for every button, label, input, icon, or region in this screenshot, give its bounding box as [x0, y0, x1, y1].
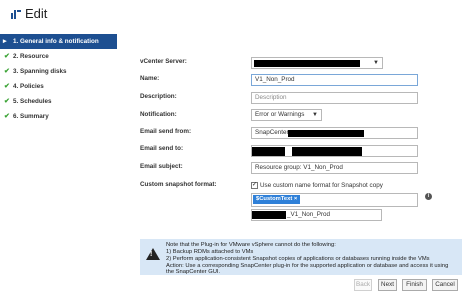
email-from-input[interactable]: SnapCenter: [251, 127, 418, 139]
step-policies[interactable]: ✔ 4. Policies: [0, 79, 117, 94]
note-panel: ! Note that the Plug-in for VMware vSphe…: [140, 239, 462, 275]
dialog-title: Edit: [25, 6, 48, 21]
email-to-label: Email send to:: [140, 145, 184, 152]
token-remove-icon[interactable]: ×: [294, 196, 297, 202]
next-button[interactable]: Next: [378, 279, 397, 291]
note-line: 1) Backup RDMs attached to VMs: [166, 249, 254, 255]
chevron-down-icon: ▼: [373, 60, 379, 66]
step-label: 6. Summary: [13, 113, 49, 120]
note-line: the SnapCenter GUI.: [166, 269, 221, 275]
email-subject-label: Email subject:: [140, 163, 183, 170]
step-label: 2. Resource: [13, 53, 49, 60]
edit-icon: [11, 10, 21, 19]
description-label: Description:: [140, 93, 177, 100]
notification-label: Notification:: [140, 111, 177, 118]
triangle-right-icon: ▸: [3, 38, 7, 45]
back-button[interactable]: Back: [354, 279, 372, 291]
note-line: Note that the Plug-in for VMware vSphere…: [166, 242, 336, 248]
email-subject-input[interactable]: Resource group: V1_Non_Prod: [251, 162, 418, 174]
redacted-value: [288, 130, 364, 137]
snapshot-suffix: _V1_Non_Prod: [287, 211, 331, 218]
step-schedules[interactable]: ✔ 5. Schedules: [0, 94, 117, 109]
warning-triangle-icon: [146, 248, 160, 260]
custom-text-token: $CustomText ×: [253, 195, 301, 204]
token-label: $CustomText: [256, 196, 293, 202]
checkmark-icon: ✔: [4, 83, 10, 90]
step-summary[interactable]: ✔ 6. Summary: [0, 109, 117, 124]
step-label: 1. General info & notification: [13, 38, 99, 45]
step-general-info[interactable]: ▸ 1. General info & notification: [0, 34, 117, 49]
wizard-steps: ▸ 1. General info & notification ✔ 2. Re…: [0, 34, 117, 124]
finish-button[interactable]: Finish: [402, 279, 427, 291]
step-label: 3. Spanning disks: [13, 68, 67, 75]
email-from-label: Email send from:: [140, 128, 192, 135]
redacted-value: [252, 147, 285, 156]
email-from-prefix: SnapCenter: [255, 129, 289, 136]
vcenter-label: vCenter Server:: [140, 58, 187, 65]
dialog-titlebar: Edit: [0, 0, 474, 28]
cancel-button[interactable]: Cancel: [432, 279, 458, 291]
notification-value: Error or Warnings: [255, 111, 305, 118]
snapshot-name-preview: _V1_Non_Prod: [251, 209, 382, 221]
chevron-down-icon: ▼: [312, 112, 318, 118]
snapshot-format-label: Custom snapshot format:: [140, 181, 217, 188]
checkmark-icon: ✔: [4, 98, 10, 105]
use-custom-name-checkbox[interactable]: ✓: [251, 182, 258, 189]
step-label: 4. Policies: [13, 83, 44, 90]
email-to-input[interactable]: [251, 145, 418, 157]
checkmark-icon: ✔: [4, 68, 10, 75]
vcenter-select[interactable]: ▼: [251, 57, 383, 69]
notification-select[interactable]: Error or Warnings ▼: [251, 109, 322, 121]
description-input[interactable]: Description: [251, 92, 418, 104]
custom-format-input[interactable]: $CustomText ×: [251, 193, 418, 207]
name-input[interactable]: V1_Non_Prod: [251, 74, 418, 86]
step-spanning-disks[interactable]: ✔ 3. Spanning disks: [0, 64, 117, 79]
info-icon[interactable]: i: [425, 193, 432, 200]
note-line: 2) Perform application-consistent Snapsh…: [166, 256, 430, 262]
redacted-value: [254, 60, 360, 67]
checkmark-icon: ✔: [4, 53, 10, 60]
checkmark-icon: ✔: [4, 113, 10, 120]
redacted-value: [252, 211, 286, 219]
name-label: Name:: [140, 75, 160, 82]
redacted-value: [292, 147, 362, 156]
step-label: 5. Schedules: [13, 98, 52, 105]
use-custom-name-label: Use custom name format for Snapshot copy: [260, 182, 383, 189]
step-resource[interactable]: ✔ 2. Resource: [0, 49, 117, 64]
description-placeholder: Description: [255, 94, 287, 101]
